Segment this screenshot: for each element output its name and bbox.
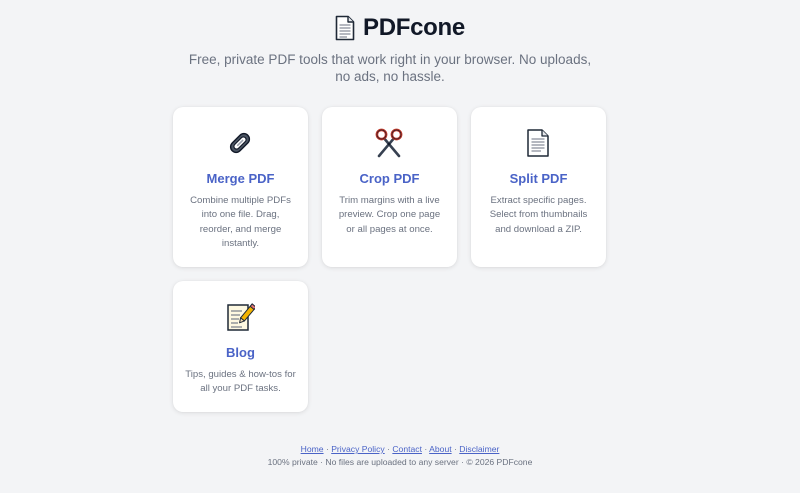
separator: · (387, 444, 390, 454)
card-title: Crop PDF (359, 171, 420, 186)
tool-card-merge-pdf[interactable]: Merge PDF Combine multiple PDFs into one… (173, 107, 308, 267)
card-title: Merge PDF (206, 171, 275, 186)
card-description: Combine multiple PDFs into one file. Dra… (190, 195, 291, 249)
separator: · (424, 444, 428, 454)
footer-link-privacy-policy[interactable]: Privacy Policy (331, 444, 384, 454)
scissors-icon (375, 128, 403, 158)
tool-card-crop-pdf[interactable]: Crop PDF Trim margins with a live previe… (322, 107, 457, 267)
document-icon (335, 15, 355, 41)
footer-note: 100% private · No files are uploaded to … (267, 457, 533, 467)
card-description: Extract specific pages. Select from thum… (489, 195, 588, 235)
card-description: Trim margins with a live preview. Crop o… (338, 195, 441, 235)
footer-link-about[interactable]: About (429, 444, 451, 454)
site-header: PDFcone (0, 14, 800, 42)
site-title[interactable]: PDFcone (363, 14, 465, 42)
card-description: Tips, guides & how-tos for all your PDF … (185, 369, 296, 395)
page: PDFcone Free, private PDF tools that wor… (0, 0, 800, 493)
footer-link-contact[interactable]: Contact (392, 444, 422, 454)
paperclip-icon (229, 132, 251, 154)
card-title: Blog (226, 345, 255, 360)
separator: · (325, 444, 329, 454)
separator: · (454, 444, 457, 454)
footer-links: Home · Privacy Policy · Contact · About … (0, 444, 800, 454)
footer-link-home[interactable]: Home (301, 444, 324, 454)
page-icon (527, 129, 549, 157)
footer-link-disclaimer[interactable]: Disclaimer (459, 444, 499, 454)
tagline: Free, private PDF tools that work right … (188, 52, 592, 84)
memo-icon (227, 303, 255, 331)
tool-card-blog[interactable]: Blog Tips, guides & how-tos for all your… (173, 281, 308, 412)
card-title: Split PDF (509, 171, 568, 186)
tool-card-split-pdf[interactable]: Split PDF Extract specific pages. Select… (471, 107, 606, 267)
